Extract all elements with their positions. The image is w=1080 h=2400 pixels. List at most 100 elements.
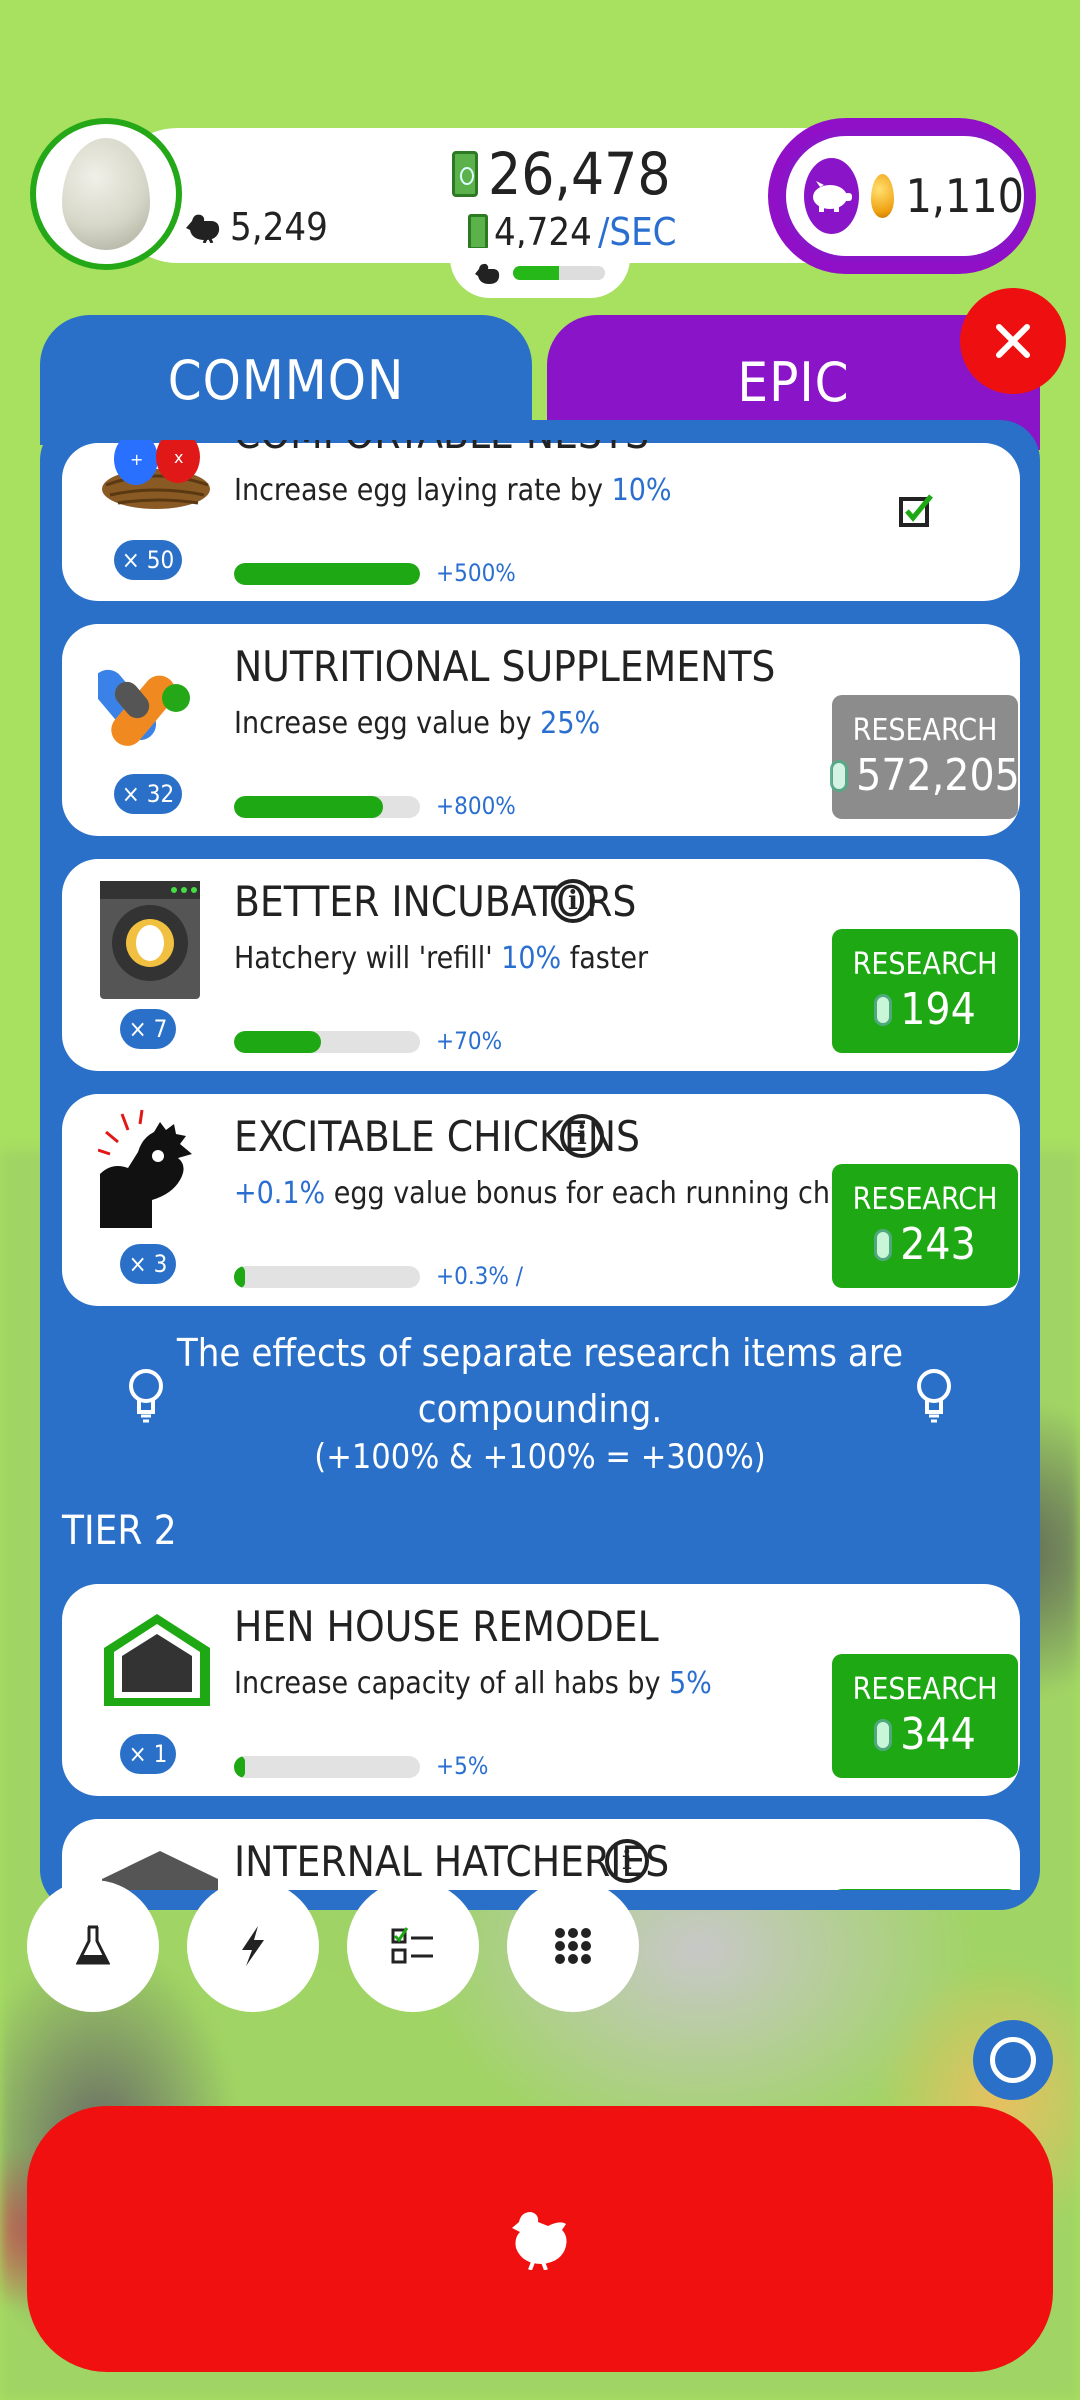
desc-suffix: egg value bonus for each running chicken — [325, 1176, 901, 1211]
desc-value: 25% — [540, 706, 601, 741]
count-badge: × 7 — [120, 1009, 176, 1049]
desc-prefix: Hatchery will 'refill' — [234, 941, 502, 976]
research-button-label: RESEARCH — [852, 1182, 998, 1217]
progress-label: +70% — [436, 1027, 503, 1055]
research-title: COMFORTABLE NESTS — [234, 440, 649, 458]
menu-button[interactable] — [507, 1880, 639, 2012]
research-progress-bar — [234, 1756, 420, 1778]
tab-common[interactable]: COMMON — [40, 315, 532, 445]
research-card: HEN HOUSE REMODEL Increase capacity of a… — [62, 1584, 1020, 1796]
hatchery-progress-bar — [513, 266, 605, 280]
cash-icon — [830, 759, 849, 792]
research-desc: Increase egg value by 25% — [234, 706, 600, 741]
desc-prefix: Increase egg laying rate by — [234, 473, 612, 508]
svg-text:x: x — [174, 448, 183, 467]
research-progress-fill — [234, 1756, 246, 1778]
research-card: NUTRITIONAL SUPPLEMENTS Increase egg val… — [62, 624, 1020, 836]
camera-toggle-button[interactable] — [973, 2020, 1053, 2100]
research-card: BETTER INCUBATORS i Hatchery will 'refil… — [62, 859, 1020, 1071]
hatchery-status[interactable] — [450, 248, 630, 298]
hatch-chicken-button[interactable] — [27, 2106, 1053, 2372]
pills-icon — [91, 650, 208, 760]
menu-grid-icon — [555, 1928, 591, 1964]
boost-lightning-icon — [242, 1926, 264, 1966]
cash-icon — [874, 1718, 893, 1751]
info-icon[interactable]: i — [560, 1114, 604, 1158]
research-desc: Increase egg laying rate by 10% — [234, 473, 672, 508]
research-progress-bar — [234, 563, 420, 585]
desc-value: 10% — [611, 473, 672, 508]
chicken-icon — [512, 2212, 567, 2270]
chicken-count: 5,249 — [186, 205, 328, 249]
close-icon — [996, 324, 1030, 358]
count-badge: × 1 — [120, 1734, 176, 1774]
money-display: 26,478 — [452, 140, 671, 208]
piggy-bank-button[interactable] — [804, 158, 859, 234]
close-button[interactable] — [960, 288, 1066, 394]
progress-label: +500% — [436, 559, 516, 587]
golden-egg-wallet[interactable]: 1,110 — [780, 130, 1030, 262]
research-progress-bar — [234, 1266, 420, 1288]
research-progress-bar — [234, 1031, 420, 1053]
research-button[interactable]: RESEARCH 344 — [832, 1654, 1018, 1778]
research-button[interactable]: RESEARCH 243 — [832, 1164, 1018, 1288]
research-flask-icon — [76, 1925, 110, 1965]
egg-type-button[interactable] — [30, 118, 182, 270]
research-title: HEN HOUSE REMODEL — [234, 1602, 659, 1651]
info-icon[interactable]: i — [551, 879, 595, 923]
research-desc: +0.1% egg value bonus for each running c… — [234, 1176, 901, 1211]
egg-icon — [62, 138, 150, 250]
tip-line-3: (+100% & +100% = +300%) — [314, 1437, 766, 1477]
research-progress-bar — [234, 796, 420, 818]
research-progress-fill — [234, 1031, 322, 1053]
research-price-value: 344 — [900, 1709, 976, 1760]
small-chicken-icon — [475, 263, 500, 284]
excited-chicken-icon — [97, 1108, 208, 1228]
research-button[interactable]: RESEARCH 194 — [832, 929, 1018, 1053]
research-card: EXCITABLE CHICKENS i +0.1% egg value bon… — [62, 1094, 1020, 1306]
research-price: 572,205 — [830, 750, 1020, 801]
chicken-count-value: 5,249 — [230, 205, 328, 249]
progress-label: +0.3% / — [436, 1262, 524, 1290]
research-tip: The effects of separate research items a… — [40, 1325, 1040, 1477]
hatchery-progress-fill — [513, 266, 559, 280]
research-button[interactable]: RESEARCH 572,205 — [830, 695, 1020, 819]
research-card: INTERNAL HATCHERIES i — [62, 1819, 1020, 1890]
research-list[interactable]: + x COMFORTABLE NESTS Increase egg laying… — [40, 440, 1040, 1890]
research-button-label: RESEARCH — [852, 713, 998, 748]
boost-button[interactable] — [187, 1880, 319, 2012]
info-icon[interactable]: i — [605, 1839, 649, 1883]
count-badge: × 3 — [120, 1244, 176, 1284]
desc-value: 10% — [501, 941, 562, 976]
count-badge: × 50 — [114, 540, 182, 580]
research-button-nav[interactable] — [27, 1880, 159, 2012]
research-button[interactable] — [832, 1889, 1018, 1890]
tip-line-1: The effects of separate research items a… — [176, 1331, 904, 1375]
tier-label: TIER 2 — [62, 1508, 177, 1554]
research-button-label: RESEARCH — [852, 1672, 998, 1707]
piggy-bank-icon — [813, 181, 853, 212]
checkmark-icon — [899, 494, 933, 527]
research-price: 344 — [874, 1709, 976, 1760]
research-progress-fill — [234, 796, 383, 818]
research-desc: Increase capacity of all habs by 5% — [234, 1666, 712, 1701]
research-price: 194 — [874, 984, 976, 1035]
progress-label: +5% — [436, 1752, 489, 1780]
research-price-value: 194 — [900, 984, 976, 1035]
research-progress-fill — [234, 1266, 246, 1288]
money-value: 26,478 — [488, 140, 671, 208]
research-card: + x COMFORTABLE NESTS Increase egg laying… — [62, 440, 1020, 601]
missions-checklist-icon — [391, 1927, 433, 1964]
ring-icon — [990, 2037, 1036, 2083]
research-button-label: RESEARCH — [852, 947, 998, 982]
cash-icon — [452, 151, 478, 197]
desc-value: +0.1% — [234, 1176, 326, 1211]
svg-text:+: + — [130, 450, 143, 469]
cash-icon — [874, 1228, 893, 1261]
progress-label: +800% — [436, 792, 516, 820]
research-title: NUTRITIONAL SUPPLEMENTS — [234, 642, 776, 691]
cash-small-icon — [468, 214, 488, 250]
desc-prefix: Increase capacity of all habs by — [234, 1666, 669, 1701]
research-price-value: 243 — [900, 1219, 976, 1270]
missions-button[interactable] — [347, 1880, 479, 2012]
